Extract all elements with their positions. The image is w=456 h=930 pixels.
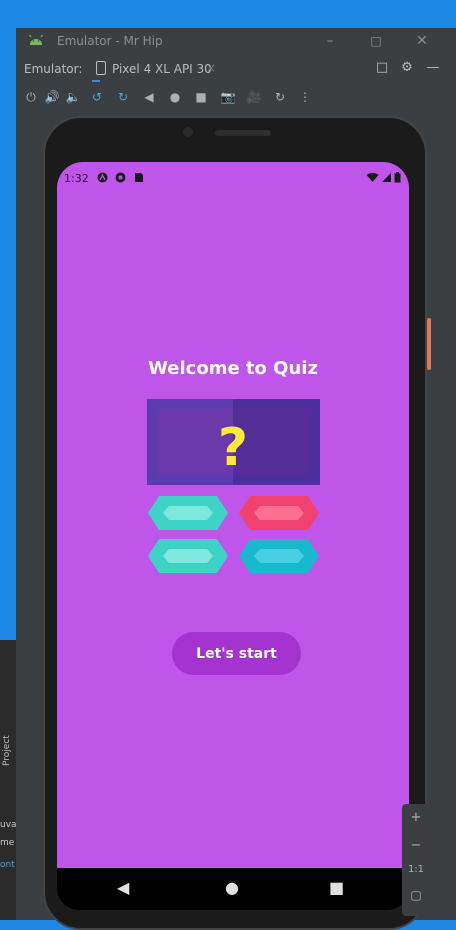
nav-home-icon[interactable]: ● [225, 878, 239, 898]
side-button[interactable] [427, 318, 431, 370]
device-tab-label: Pixel 4 XL API 30 [112, 62, 212, 76]
camera-dot [183, 127, 193, 137]
emulator-controls: ⏻ 🔊 🔈 ↺ ↻ ◀ ● ■ 📷 🎥 ↻ ⋮ [16, 86, 456, 108]
back-icon[interactable]: ◀ [140, 88, 158, 106]
close-icon[interactable]: ✕ [412, 31, 432, 51]
minimize-icon[interactable]: – [320, 31, 340, 51]
signal-icon [382, 173, 391, 182]
phone-device: 1:32 Welcome to Quiz ? Let's start ◀ ● ■ [43, 116, 431, 930]
camera-icon[interactable]: 📷 [219, 88, 237, 106]
zoom-out-button[interactable]: − [402, 838, 430, 853]
volume-up-icon[interactable]: 🔊 [43, 88, 61, 106]
phone-screen: 1:32 Welcome to Quiz ? Let's start [57, 162, 409, 868]
ide-text-fragment: ont [0, 860, 15, 870]
ide-text-fragment: me [0, 838, 15, 848]
navigation-bar: ◀ ● ■ [57, 868, 409, 910]
status-time: 1:32 [64, 172, 89, 185]
ide-text-fragment: uva [0, 820, 16, 830]
record-icon[interactable]: 🎥 [245, 88, 263, 106]
hide-icon[interactable]: — [425, 60, 441, 76]
fit-screen-icon[interactable]: ▢ [402, 888, 430, 902]
device-tab[interactable]: Pixel 4 XL API 30 × [92, 56, 216, 82]
close-tab-icon[interactable]: × [206, 61, 216, 75]
welcome-title: Welcome to Quiz [148, 358, 318, 379]
volume-down-icon[interactable]: 🔈 [64, 88, 82, 106]
emulator-label: Emulator: [24, 62, 83, 76]
project-tab[interactable]: Project [2, 706, 14, 766]
title-bar: Emulator - Mr Hip – □ ✕ [16, 28, 456, 54]
start-button[interactable]: Let's start [172, 632, 301, 675]
play-notification-icon [115, 172, 126, 183]
zoom-panel: + − 1:1 ▢ [402, 804, 430, 916]
android-icon [28, 34, 44, 49]
nav-back-icon[interactable]: ◀ [117, 878, 129, 898]
rotate-left-icon[interactable]: ↺ [88, 88, 106, 106]
zoom-ratio-button[interactable]: 1:1 [402, 864, 430, 875]
phone-icon [96, 61, 106, 75]
battery-icon [394, 172, 401, 183]
gear-icon[interactable]: ⚙ [399, 60, 415, 76]
more-icon[interactable]: ⋮ [296, 88, 314, 106]
nav-recents-icon[interactable]: ■ [329, 878, 344, 898]
window-title: Emulator - Mr Hip [57, 34, 163, 48]
overview-icon[interactable]: ■ [192, 88, 210, 106]
quiz-illustration: ? [147, 399, 320, 573]
power-icon[interactable]: ⏻ [22, 88, 40, 106]
sd-card-icon [135, 173, 143, 182]
wifi-icon [366, 172, 379, 182]
speaker-grille [215, 130, 271, 136]
app-notification-icon [97, 172, 108, 183]
home-icon[interactable]: ● [166, 88, 184, 106]
snapshot-icon[interactable]: ↻ [271, 88, 289, 106]
zoom-in-button[interactable]: + [402, 810, 430, 825]
status-bar: 1:32 [57, 162, 409, 190]
ide-left-strip: Project uva me ont [0, 640, 17, 920]
maximize-icon[interactable]: □ [366, 31, 386, 51]
emulator-window: Emulator - Mr Hip – □ ✕ Emulator: Pixel … [16, 28, 456, 930]
device-toolbar: Emulator: Pixel 4 XL API 30 × □ ⚙ — [16, 56, 456, 82]
rotate-right-icon[interactable]: ↻ [114, 88, 132, 106]
window-layout-icon[interactable]: □ [374, 60, 390, 76]
svg-text:?: ? [218, 418, 248, 478]
